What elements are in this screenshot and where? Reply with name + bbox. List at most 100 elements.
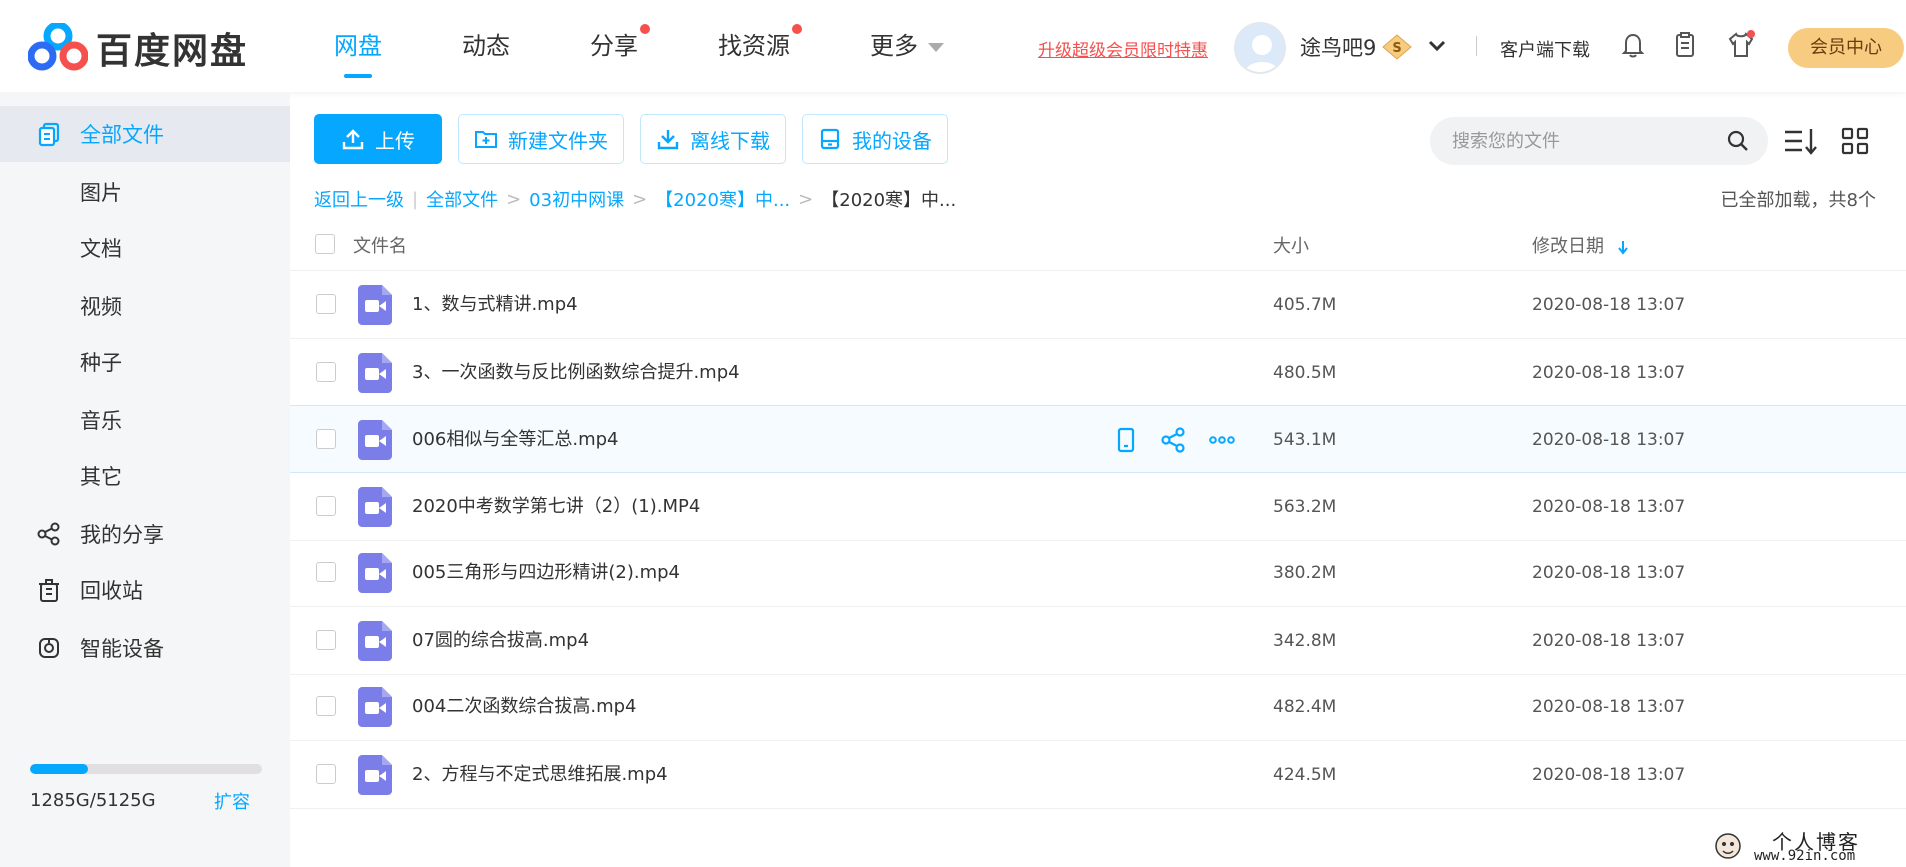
row-checkbox[interactable] xyxy=(316,429,336,449)
sidebar-item-music[interactable]: 音乐 xyxy=(0,392,290,448)
search-input[interactable] xyxy=(1452,117,1712,165)
chevron-down-icon[interactable] xyxy=(1426,34,1448,56)
sidebar-item-videos[interactable]: 视频 xyxy=(0,278,290,334)
storage-usage-text: 1285G/5125G xyxy=(30,790,156,811)
sidebar-item-torrents[interactable]: 种子 xyxy=(0,334,290,390)
username[interactable]: 途鸟吧9 xyxy=(1300,32,1376,62)
table-row[interactable]: 006相似与全等汇总.mp4 543.1M 2020-08-18 13:07 xyxy=(290,405,1906,473)
offline-download-label: 离线下载 xyxy=(690,128,770,153)
sidebar-item-my-shares[interactable]: 我的分享 xyxy=(0,506,290,562)
file-modified-date: 2020-08-18 13:07 xyxy=(1532,363,1686,383)
sidebar-item-smart-devices[interactable]: 智能设备 xyxy=(0,620,290,676)
row-checkbox[interactable] xyxy=(316,562,336,582)
share-icon[interactable] xyxy=(1158,424,1190,456)
top-header: 百度网盘 网盘 动态 分享 找资源 更多 升级超级会员限时特惠 途鸟吧9 S 客… xyxy=(0,0,1906,92)
file-modified-date: 2020-08-18 13:07 xyxy=(1532,497,1686,517)
sidebar-item-recycle-bin[interactable]: 回收站 xyxy=(0,562,290,618)
file-name[interactable]: 005三角形与四边形精讲(2).mp4 xyxy=(412,539,680,607)
row-checkbox[interactable] xyxy=(316,630,336,650)
sidebar-item-documents[interactable]: 文档 xyxy=(0,220,290,276)
sidebar-item-all-files[interactable]: 全部文件 xyxy=(0,106,290,162)
header-divider xyxy=(1476,36,1477,56)
vip-center-button[interactable]: 会员中心 xyxy=(1788,28,1904,68)
storage-progress-bar xyxy=(30,764,262,774)
nav-more[interactable]: 更多 xyxy=(870,0,944,92)
file-name[interactable]: 3、一次函数与反比例函数综合提升.mp4 xyxy=(412,339,740,407)
breadcrumb-item[interactable]: 全部文件 xyxy=(426,186,498,212)
file-name[interactable]: 07圆的综合拔高.mp4 xyxy=(412,607,589,675)
search-icon[interactable] xyxy=(1726,129,1750,153)
nav-dynamic[interactable]: 动态 xyxy=(462,0,510,92)
breadcrumb-separator: > xyxy=(798,188,814,210)
phone-icon[interactable] xyxy=(1110,424,1142,456)
table-row[interactable]: 004二次函数综合拔高.mp4 482.4M 2020-08-18 13:07 xyxy=(290,673,1906,741)
grid-view-icon[interactable] xyxy=(1836,122,1874,160)
video-file-icon xyxy=(358,687,392,727)
file-name[interactable]: 2、方程与不定式思维拓展.mp4 xyxy=(412,741,668,809)
column-header-modified[interactable]: 修改日期 xyxy=(1532,232,1630,258)
watermark-line2: www.92in.com xyxy=(1754,848,1856,864)
sidebar-item-images[interactable]: 图片 xyxy=(0,164,290,220)
nav-share[interactable]: 分享 xyxy=(590,0,650,92)
video-file-icon xyxy=(358,621,392,661)
file-name[interactable]: 1、数与式精讲.mp4 xyxy=(412,271,578,339)
video-file-icon xyxy=(358,487,392,527)
baidu-netdisk-logo[interactable]: 百度网盘 xyxy=(27,21,248,74)
table-row[interactable]: 07圆的综合拔高.mp4 342.8M 2020-08-18 13:07 xyxy=(290,607,1906,675)
notification-dot xyxy=(792,24,802,34)
table-row[interactable]: 1、数与式精讲.mp4 405.7M 2020-08-18 13:07 xyxy=(290,271,1906,339)
breadcrumb-back[interactable]: 返回上一级 xyxy=(314,186,404,212)
download-icon xyxy=(657,130,679,150)
breadcrumb-separator: > xyxy=(632,188,648,210)
sidebar-item-label: 图片 xyxy=(80,181,122,205)
vip-badge-icon: S xyxy=(1382,34,1412,60)
table-row[interactable]: 2、方程与不定式思维拓展.mp4 424.5M 2020-08-18 13:07 xyxy=(290,741,1906,809)
sidebar-item-label: 回收站 xyxy=(80,579,143,603)
all-files-icon xyxy=(38,122,60,147)
tshirt-icon[interactable] xyxy=(1726,30,1756,60)
client-download-link[interactable]: 客户端下载 xyxy=(1500,36,1590,62)
new-folder-button[interactable]: 新建文件夹 xyxy=(458,114,624,164)
offline-download-button[interactable]: 离线下载 xyxy=(640,114,786,164)
my-devices-button[interactable]: 我的设备 xyxy=(802,114,948,164)
nav-label: 动态 xyxy=(462,32,510,60)
row-checkbox[interactable] xyxy=(316,496,336,516)
file-modified-date: 2020-08-18 13:07 xyxy=(1532,295,1686,315)
file-size: 342.8M xyxy=(1273,631,1337,651)
upload-button[interactable]: 上传 xyxy=(314,114,442,164)
file-size: 482.4M xyxy=(1273,697,1337,717)
expand-storage-link[interactable]: 扩容 xyxy=(214,788,250,814)
breadcrumb-item[interactable]: 03初中网课 xyxy=(529,186,624,212)
sidebar-item-others[interactable]: 其它 xyxy=(0,448,290,504)
clipboard-icon[interactable] xyxy=(1670,30,1700,60)
new-folder-label: 新建文件夹 xyxy=(508,128,608,153)
breadcrumb-item[interactable]: 【2020寒】中... xyxy=(655,186,790,212)
table-row[interactable]: 2020中考数学第七讲（2）(1).MP4 563.2M 2020-08-18 13… xyxy=(290,473,1906,541)
row-checkbox[interactable] xyxy=(316,764,336,784)
device-icon xyxy=(820,128,840,150)
sort-icon[interactable] xyxy=(1782,122,1820,160)
column-header-name[interactable]: 文件名 xyxy=(353,232,407,258)
row-checkbox[interactable] xyxy=(316,362,336,382)
table-row[interactable]: 005三角形与四边形精讲(2).mp4 380.2M 2020-08-18 13:0… xyxy=(290,539,1906,607)
nav-netdisk[interactable]: 网盘 xyxy=(334,0,382,92)
table-row[interactable]: 3、一次函数与反比例函数综合提升.mp4 480.5M 2020-08-18 13:… xyxy=(290,339,1906,407)
breadcrumb-current: 【2020寒】中... xyxy=(821,190,957,211)
smart-device-icon xyxy=(39,638,59,658)
notification-dot xyxy=(640,24,650,34)
file-modified-date: 2020-08-18 13:07 xyxy=(1532,631,1686,651)
select-all-checkbox[interactable] xyxy=(315,234,335,254)
column-header-size[interactable]: 大小 xyxy=(1273,232,1309,258)
upload-icon xyxy=(342,129,364,150)
bell-icon[interactable] xyxy=(1618,30,1648,60)
file-name[interactable]: 2020中考数学第七讲（2）(1).MP4 xyxy=(412,473,700,541)
row-checkbox[interactable] xyxy=(316,294,336,314)
more-icon[interactable] xyxy=(1206,424,1238,456)
sidebar-item-label: 文档 xyxy=(80,237,122,261)
file-name[interactable]: 004二次函数综合拔高.mp4 xyxy=(412,673,637,741)
vip-promo-link[interactable]: 升级超级会员限时特惠 xyxy=(1038,36,1208,61)
row-checkbox[interactable] xyxy=(316,696,336,716)
nav-find-resources[interactable]: 找资源 xyxy=(718,0,802,92)
file-name[interactable]: 006相似与全等汇总.mp4 xyxy=(412,406,619,474)
avatar[interactable] xyxy=(1234,22,1286,74)
